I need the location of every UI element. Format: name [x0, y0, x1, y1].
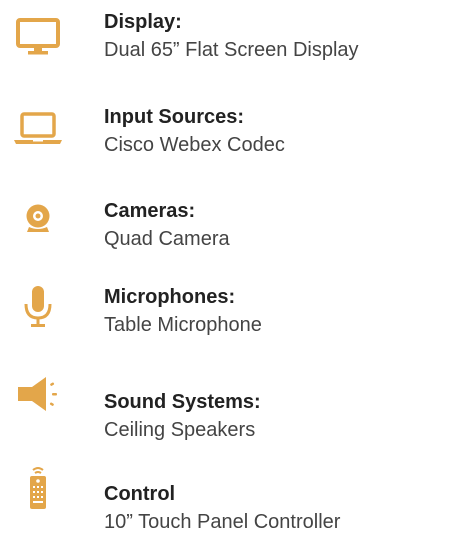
speaker-icon — [8, 366, 68, 426]
spec-value: Dual 65” Flat Screen Display — [104, 39, 359, 61]
spec-value: Cisco Webex Codec — [104, 134, 285, 156]
spec-value: Quad Camera — [104, 228, 230, 250]
spec-microphones: Microphones: Table Microphone — [0, 280, 454, 360]
spec-cameras: Cameras: Quad Camera — [0, 186, 454, 266]
remote-control-icon — [8, 460, 68, 520]
spec-value: 10” Touch Panel Controller — [104, 511, 341, 533]
spec-sound-systems: Sound Systems: Ceiling Speakers — [0, 366, 454, 446]
laptop-icon — [8, 102, 68, 162]
spec-display: Display: Dual 65” Flat Screen Display — [0, 0, 454, 80]
spec-control: Control 10” Touch Panel Controller — [0, 460, 454, 540]
spec-value: Table Microphone — [104, 314, 262, 336]
spec-input-sources: Input Sources: Cisco Webex Codec — [0, 94, 454, 174]
monitor-icon — [8, 6, 68, 66]
spec-label: Cameras: — [104, 200, 196, 222]
spec-label: Sound Systems: — [104, 391, 261, 413]
spec-label: Input Sources: — [104, 106, 245, 128]
spec-label: Display: — [104, 11, 182, 33]
spec-value: Ceiling Speakers — [104, 419, 256, 441]
spec-label: Microphones: — [104, 286, 236, 308]
webcam-icon — [8, 190, 68, 250]
spec-label: Control — [104, 483, 176, 505]
microphone-icon — [8, 278, 68, 338]
